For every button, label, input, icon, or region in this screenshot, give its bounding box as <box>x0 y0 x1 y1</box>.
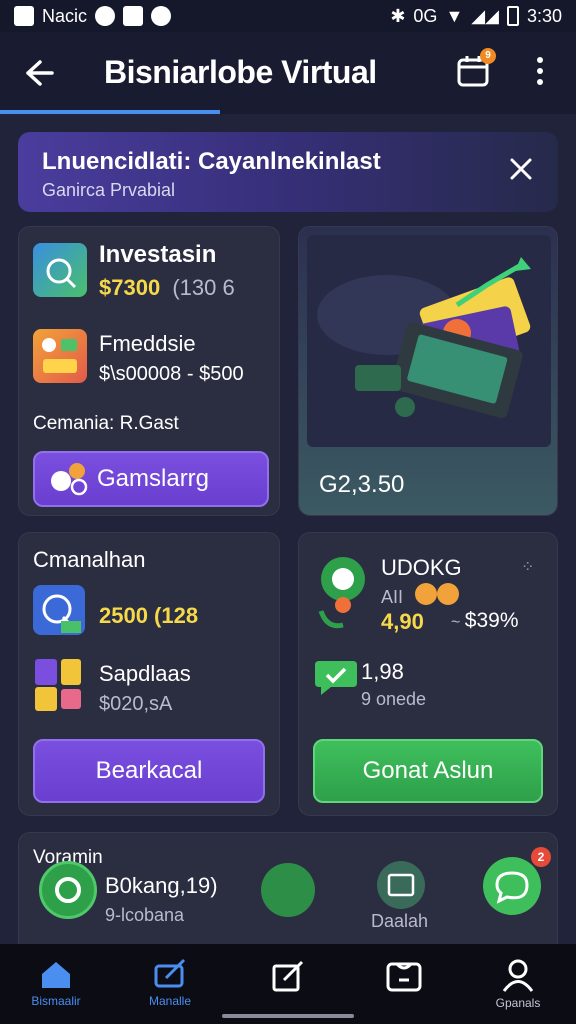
calendar-button[interactable]: 9 <box>456 48 496 88</box>
invest-title: Investasin <box>99 241 217 268</box>
status-left-label: Nacic <box>42 5 88 26</box>
tab-indicator <box>0 110 220 114</box>
nav-home[interactable]: Bismaalir <box>16 958 96 1008</box>
network-label: 0G <box>413 5 438 26</box>
finance-value: $\s00008 - $500 <box>99 363 244 385</box>
invest-extra: (130 6 <box>172 275 235 300</box>
gonat-aslun-button[interactable]: Gonat Aslun <box>313 739 543 803</box>
bearkacal-label: Bearkacal <box>95 757 203 784</box>
dots-icon[interactable]: ⁘ <box>521 557 534 577</box>
coin-icon <box>415 583 437 605</box>
nav-profile[interactable]: Gpanals <box>478 958 558 1010</box>
cards-icon <box>33 655 85 713</box>
chat-badge: 2 <box>531 847 551 867</box>
illustration-value: G2,3.50 <box>319 471 405 498</box>
nav-edit[interactable] <box>248 958 328 998</box>
battery-icon <box>506 6 519 26</box>
invest-icon <box>33 243 87 297</box>
profile-icon <box>502 959 534 992</box>
app-header: Bisniarlobe Virtual 9 <box>0 32 576 114</box>
search-chat-icon[interactable] <box>39 861 97 919</box>
sapdlaas-title: Sapdlaas <box>99 661 191 686</box>
nav-profile-label: Gpanals <box>495 996 541 1010</box>
signal-icon: ◢◢ <box>471 5 499 26</box>
invest-value: $7300 <box>99 275 161 300</box>
wifi-icon: ▼ <box>445 5 464 26</box>
daalah-label: Daalah <box>371 911 429 931</box>
bottom-navigation: Bismaalir Manalle Gpanals <box>0 944 576 1024</box>
money-illustration <box>307 235 551 447</box>
udokg-prefix: AII <box>381 587 404 607</box>
gamslarrg-button[interactable]: Gamslarrg <box>33 451 269 507</box>
gamepad-icon <box>51 463 88 496</box>
chevron-icon <box>151 6 172 26</box>
nav-wallet[interactable] <box>364 958 444 998</box>
coin-icon-2 <box>437 583 459 605</box>
banner-title: Lnuencidlati: Cayanlnekinlast <box>42 148 381 175</box>
finance-illustration-card[interactable]: G2,3.50 <box>298 226 558 516</box>
home-indicator <box>222 1014 354 1018</box>
voramin-card[interactable]: Voramin B0kang,19) 9-lcobana Daalah 2 <box>18 832 558 962</box>
alarm-icon <box>33 585 85 635</box>
cmanalhan-value: 2500 (128 <box>99 603 199 628</box>
board-icon[interactable] <box>377 861 425 909</box>
photo-icon <box>123 6 144 26</box>
nav-manalle[interactable]: Manalle <box>130 958 210 1008</box>
invest-values: $7300 (130 6 <box>99 275 235 301</box>
udokg-delta: ~ $39% <box>451 609 519 632</box>
mail-icon <box>14 6 34 26</box>
hand-icon[interactable] <box>261 863 315 917</box>
back-arrow-icon[interactable] <box>20 54 58 92</box>
finance-title: Fmeddsie <box>99 331 196 356</box>
voramin-value: B0kang,19) <box>105 873 218 898</box>
invest-footer-label: Cemania: R.Gast <box>33 413 179 434</box>
notification-badge: 9 <box>480 48 496 64</box>
chat-bubble-icon <box>315 661 357 695</box>
cmanalhan-title: Cmanalhan <box>33 547 146 572</box>
stat2-value: 1,98 <box>361 659 404 684</box>
home-icon <box>42 962 70 988</box>
banner-subtitle: Ganirca Prvabial <box>42 180 176 200</box>
finance-icon <box>33 329 87 383</box>
investment-card[interactable]: Investasin $7300 (130 6 Fmeddsie $\s0000… <box>18 226 280 516</box>
green-chat-icon <box>318 557 365 629</box>
bluetooth-icon: ✱ <box>390 5 406 26</box>
page-title: Bisniarlobe Virtual <box>104 54 377 90</box>
nav-home-label: Bismaalir <box>31 994 81 1008</box>
promo-banner[interactable]: Lnuencidlati: Cayanlnekinlast Ganirca Pr… <box>18 132 558 212</box>
status-bar: Nacic ✱ 0G ▼ ◢◢ 3:30 <box>0 0 576 32</box>
voramin-sub: 9-lcobana <box>105 905 185 925</box>
stat2-sub: 9 onede <box>361 689 427 709</box>
sapdlaas-value: $020,sA <box>99 693 173 715</box>
status-time: 3:30 <box>526 5 562 26</box>
send-icon <box>154 958 186 988</box>
bearkacal-button[interactable]: Bearkacal <box>33 739 265 803</box>
cmanalhan-card[interactable]: Cmanalhan 2500 (128 Sapdlaas $020,sA Bea… <box>18 532 280 816</box>
udokg-value: 4,90 <box>381 609 424 634</box>
wallet-icon <box>386 962 422 992</box>
chat-icon[interactable] <box>483 857 541 915</box>
udokg-card[interactable]: UDOKG ⁘ AII 4,90 ~ $39% 1,98 9 onede Gon… <box>298 532 558 816</box>
gonat-aslun-label: Gonat Aslun <box>362 757 494 784</box>
nav-manalle-label: Manalle <box>148 994 192 1008</box>
edit-icon <box>272 960 304 992</box>
close-icon[interactable] <box>508 156 534 182</box>
gamslarrg-label: Gamslarrg <box>97 465 210 492</box>
messenger-icon <box>95 6 116 26</box>
more-menu-icon[interactable] <box>528 54 552 92</box>
udokg-title: UDOKG <box>381 555 462 580</box>
